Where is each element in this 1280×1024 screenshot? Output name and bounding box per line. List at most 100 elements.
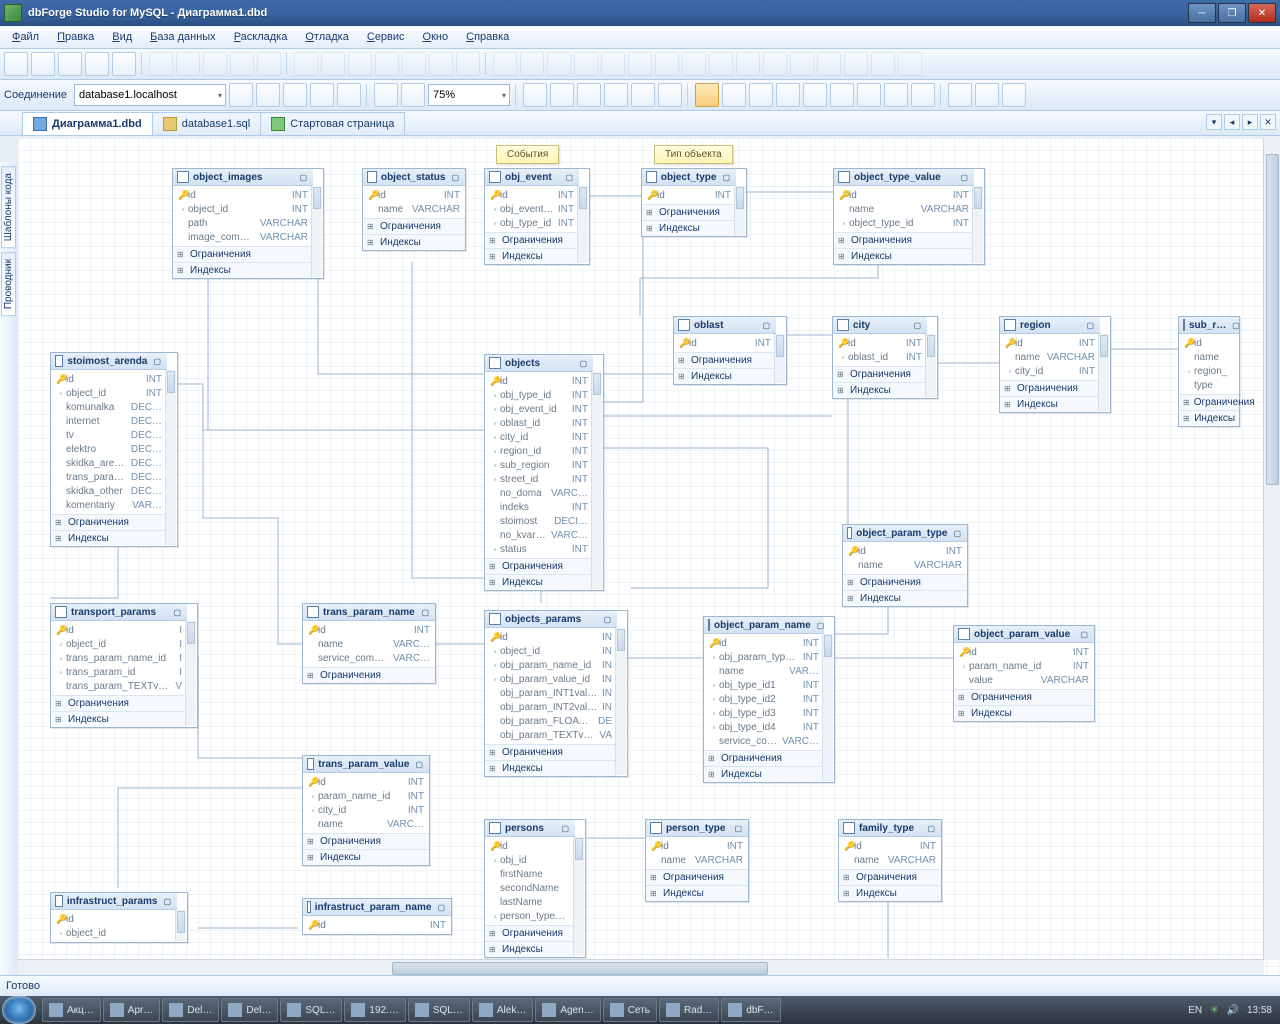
table-header[interactable]: object_type_value▢ bbox=[834, 169, 974, 186]
table-header[interactable]: object_param_name▢ bbox=[704, 617, 824, 634]
table-scrollbar[interactable] bbox=[734, 186, 745, 235]
rollup-icon[interactable]: ▢ bbox=[760, 321, 772, 330]
table-infrastruct_params[interactable]: infrastruct_params▢🔑id◦object_id bbox=[50, 892, 188, 943]
table-object_param_value[interactable]: object_param_value▢🔑idINT◦param_name_idI… bbox=[953, 625, 1095, 722]
toolbar-button[interactable] bbox=[776, 83, 800, 107]
table-object_param_name[interactable]: object_param_name▢🔑idINT◦obj_param_type_… bbox=[703, 616, 835, 783]
table-header[interactable]: person_type▢ bbox=[646, 820, 748, 837]
table-obj_event[interactable]: obj_event▢🔑idINT◦obj_event_idINT◦obj_typ… bbox=[484, 168, 590, 265]
toolbar-button[interactable] bbox=[283, 83, 307, 107]
table-object_status[interactable]: object_status▢🔑idINTnameVARCHAR⊞Ограниче… bbox=[362, 168, 466, 251]
table-scrollbar[interactable] bbox=[185, 621, 196, 726]
taskbar-item[interactable]: Agen… bbox=[535, 998, 600, 1022]
toolbar-button[interactable] bbox=[112, 52, 136, 76]
zoom-combo[interactable]: 75% bbox=[428, 84, 510, 106]
table-group-indexes[interactable]: ⊞Индексы bbox=[51, 711, 187, 727]
table-family_type[interactable]: family_type▢🔑idINTnameVARCHAR⊞Ограничени… bbox=[838, 819, 942, 902]
table-scrollbar[interactable] bbox=[925, 334, 936, 397]
table-group-constraints[interactable]: ⊞Ограничения bbox=[303, 833, 429, 849]
tab-close[interactable]: ✕ bbox=[1260, 114, 1276, 130]
table-object_type_value[interactable]: object_type_value▢🔑idINTnameVARCHAR◦obje… bbox=[833, 168, 985, 265]
table-header[interactable]: persons▢ bbox=[485, 820, 575, 837]
table-group-constraints[interactable]: ⊞Ограничения bbox=[173, 246, 313, 262]
tray-icon[interactable]: ✳ bbox=[1210, 1005, 1218, 1016]
table-group-constraints[interactable]: ⊞Ограничения bbox=[839, 869, 941, 885]
taskbar-item[interactable]: Акц… bbox=[42, 998, 101, 1022]
tray-icon[interactable]: 🔊 bbox=[1227, 1005, 1239, 1016]
rollup-icon[interactable]: ▢ bbox=[958, 173, 970, 182]
toolbar-button[interactable] bbox=[337, 83, 361, 107]
taskbar-item[interactable]: SQL… bbox=[280, 998, 342, 1022]
taskbar-item[interactable]: Del… bbox=[221, 998, 278, 1022]
table-group-constraints[interactable]: ⊞Ограничения bbox=[833, 366, 927, 382]
pointer-tool[interactable] bbox=[695, 83, 719, 107]
table-group-constraints[interactable]: ⊞Ограничения bbox=[363, 218, 465, 234]
table-stoimost_arenda[interactable]: stoimost_arenda▢🔑idINT◦object_idINTkomun… bbox=[50, 352, 178, 547]
window-maximize-button[interactable]: ❐ bbox=[1218, 3, 1246, 23]
taskbar-item[interactable]: Сеть bbox=[603, 998, 657, 1022]
toolbar-button[interactable] bbox=[749, 83, 773, 107]
table-header[interactable]: objects_params▢ bbox=[485, 611, 617, 628]
table-header[interactable]: oblast▢ bbox=[674, 317, 776, 334]
table-group-indexes[interactable]: ⊞Индексы bbox=[833, 382, 927, 398]
tab-prev[interactable]: ◂ bbox=[1224, 114, 1240, 130]
table-group-constraints[interactable]: ⊞Ограничения bbox=[954, 689, 1094, 705]
table-group-indexes[interactable]: ⊞Индексы bbox=[363, 234, 465, 250]
horizontal-scrollbar[interactable] bbox=[18, 959, 1264, 976]
table-trans_param_value[interactable]: trans_param_value▢🔑idINT◦param_name_idIN… bbox=[302, 755, 430, 866]
table-group-indexes[interactable]: ⊞Индексы bbox=[51, 530, 167, 546]
rollup-icon[interactable]: ▢ bbox=[161, 897, 173, 906]
rollup-icon[interactable]: ▢ bbox=[151, 357, 163, 366]
table-group-indexes[interactable]: ⊞Индексы bbox=[485, 941, 575, 957]
rollup-icon[interactable]: ▢ bbox=[911, 321, 923, 330]
table-header[interactable]: trans_param_value▢ bbox=[303, 756, 429, 773]
rollup-icon[interactable]: ▢ bbox=[815, 621, 827, 630]
table-header[interactable]: infrastruct_param_name▢ bbox=[303, 899, 451, 916]
start-button[interactable] bbox=[2, 996, 36, 1024]
menu-item[interactable]: База данных bbox=[142, 29, 224, 45]
siderail-tab[interactable]: Проводник bbox=[1, 252, 16, 316]
rollup-icon[interactable]: ▢ bbox=[435, 903, 447, 912]
toolbar-button[interactable] bbox=[577, 83, 601, 107]
taskbar-item[interactable]: 192.… bbox=[344, 998, 405, 1022]
document-tab[interactable]: database1.sql bbox=[152, 112, 262, 135]
taskbar-item[interactable]: dbF… bbox=[721, 998, 780, 1022]
menu-item[interactable]: Сервис bbox=[359, 29, 413, 45]
menu-item[interactable]: Файл bbox=[4, 29, 47, 45]
rollup-icon[interactable]: ▢ bbox=[297, 173, 309, 182]
table-scrollbar[interactable] bbox=[165, 370, 176, 545]
menu-item[interactable]: Правка bbox=[49, 29, 102, 45]
menu-item[interactable]: Вид bbox=[104, 29, 140, 45]
table-group-constraints[interactable]: ⊞Ограничения bbox=[646, 869, 748, 885]
toolbar-button[interactable] bbox=[604, 83, 628, 107]
menu-item[interactable]: Раскладка bbox=[226, 29, 296, 45]
table-group-indexes[interactable]: ⊞Индексы bbox=[1000, 396, 1100, 412]
table-transport_params[interactable]: transport_params▢🔑idI◦object_idI◦trans_p… bbox=[50, 603, 198, 728]
table-header[interactable]: object_param_value▢ bbox=[954, 626, 1094, 643]
table-trans_param_name[interactable]: trans_param_name▢🔑idINTnameVARC…service_… bbox=[302, 603, 436, 684]
table-header[interactable]: object_status▢ bbox=[363, 169, 465, 186]
table-scrollbar[interactable] bbox=[591, 372, 602, 589]
toolbar-button[interactable] bbox=[857, 83, 881, 107]
table-object_images[interactable]: object_images▢🔑idINT◦object_idINTpathVAR… bbox=[172, 168, 324, 279]
toolbar-button[interactable] bbox=[58, 52, 82, 76]
zoom-out-button[interactable] bbox=[550, 83, 574, 107]
clock[interactable]: 13:58 bbox=[1247, 1005, 1272, 1016]
table-group-indexes[interactable]: ⊞Индексы bbox=[303, 849, 429, 865]
table-group-constraints[interactable]: ⊞Ограничения bbox=[485, 232, 579, 248]
table-group-constraints[interactable]: ⊞Ограничения bbox=[674, 352, 776, 368]
table-infrastruct_param_name[interactable]: infrastruct_param_name▢🔑idINT bbox=[302, 898, 452, 935]
menu-item[interactable]: Окно bbox=[415, 29, 457, 45]
table-group-constraints[interactable]: ⊞Ограничения bbox=[485, 925, 575, 941]
sticky-note[interactable]: События bbox=[496, 145, 559, 164]
table-group-constraints[interactable]: ⊞Ограничения bbox=[834, 232, 974, 248]
table-header[interactable]: sub_r…▢ bbox=[1179, 317, 1239, 334]
table-persons[interactable]: persons▢🔑id◦obj_idfirstNamesecondNamelas… bbox=[484, 819, 586, 958]
table-group-indexes[interactable]: ⊞Индексы bbox=[173, 262, 313, 278]
rollup-icon[interactable]: ▢ bbox=[577, 359, 589, 368]
table-objects[interactable]: objects▢🔑idINT◦obj_type_idINT◦obj_event_… bbox=[484, 354, 604, 591]
rollup-icon[interactable]: ▢ bbox=[171, 608, 183, 617]
rollup-icon[interactable]: ▢ bbox=[449, 173, 461, 182]
table-header[interactable]: family_type▢ bbox=[839, 820, 941, 837]
rollup-icon[interactable]: ▢ bbox=[601, 615, 613, 624]
